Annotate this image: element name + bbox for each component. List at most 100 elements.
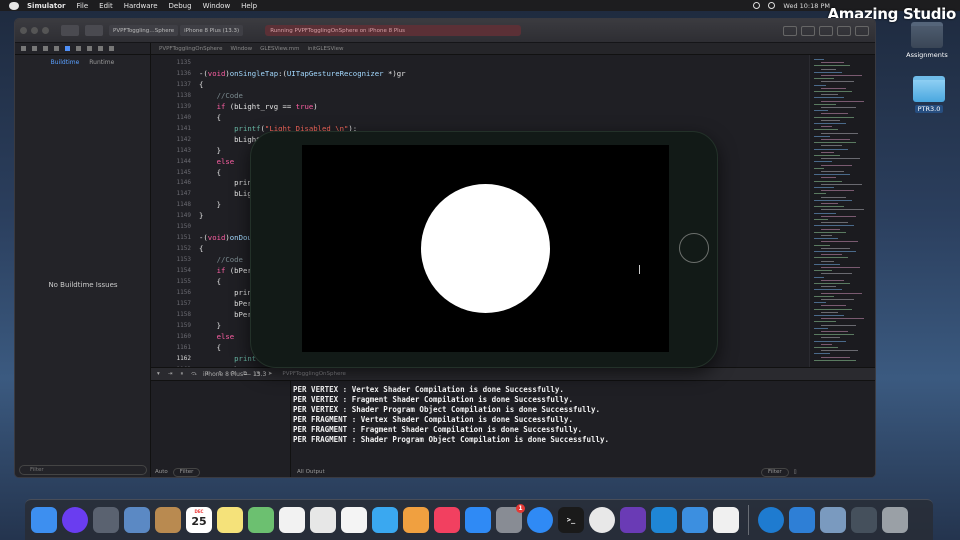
menu-hardware[interactable]: Hardware (124, 2, 158, 10)
toggle-inspector-button[interactable] (855, 25, 869, 36)
line-number[interactable]: 1138 (151, 90, 191, 101)
contacts-icon[interactable] (155, 507, 181, 533)
simulator-thumbnail-icon[interactable] (851, 507, 877, 533)
line-number[interactable]: 1144 (151, 156, 191, 167)
breakpoint-navigator-icon[interactable] (98, 46, 103, 51)
line-number[interactable]: 1137 (151, 79, 191, 90)
line-number[interactable]: 1146 (151, 177, 191, 188)
line-number[interactable]: 1161 (151, 342, 191, 353)
window-thumbnail-icon[interactable] (820, 507, 846, 533)
window-close-button[interactable] (20, 27, 27, 34)
messages-icon[interactable] (372, 507, 398, 533)
symbol-navigator-icon[interactable] (43, 46, 48, 51)
line-number[interactable]: 1148 (151, 199, 191, 210)
line-number[interactable]: 1155 (151, 276, 191, 287)
menu-help[interactable]: Help (241, 2, 257, 10)
code-minimap[interactable] (809, 55, 875, 367)
keynote-icon[interactable] (310, 507, 336, 533)
preview-icon[interactable] (124, 507, 150, 533)
line-number[interactable]: 1135 (151, 57, 191, 68)
wifi-icon[interactable] (768, 2, 776, 9)
line-number[interactable]: 1149 (151, 210, 191, 221)
jumpbar-project[interactable]: PVPFTogglingOnSphere (159, 46, 222, 52)
device-selector[interactable]: iPhone 8 Plus (13.3) (180, 25, 244, 36)
menu-file[interactable]: File (76, 2, 88, 10)
reminders-icon[interactable] (279, 507, 305, 533)
instruments-icon[interactable] (713, 507, 739, 533)
jumpbar-group[interactable]: Window (230, 46, 252, 52)
pages-icon[interactable] (403, 507, 429, 533)
debug-navigator-icon[interactable] (87, 46, 92, 51)
photos-icon[interactable] (341, 507, 367, 533)
line-number[interactable]: 1156 (151, 287, 191, 298)
code-line[interactable]: 1135 (151, 57, 809, 68)
edge-icon[interactable] (758, 507, 784, 533)
line-number[interactable]: 1145 (151, 167, 191, 178)
line-number[interactable]: 1159 (151, 320, 191, 331)
launchpad-icon[interactable] (93, 507, 119, 533)
line-number[interactable]: 1158 (151, 309, 191, 320)
find-navigator-icon[interactable] (54, 46, 59, 51)
stop-button[interactable] (85, 25, 103, 36)
settings-icon[interactable]: 1 (496, 504, 525, 533)
siri-icon[interactable] (62, 507, 88, 533)
desktop-folder-assignments[interactable]: Assignments (902, 22, 952, 59)
maps-icon[interactable] (248, 507, 274, 533)
variables-filter-input[interactable]: Filter (172, 467, 201, 477)
source-control-icon[interactable] (32, 46, 37, 51)
code-line[interactable]: 1137 { (151, 79, 809, 90)
menu-debug[interactable]: Debug (169, 2, 192, 10)
calendar-icon[interactable]: DEC 25 (186, 507, 212, 533)
line-number[interactable]: 1141 (151, 123, 191, 134)
apple-icon[interactable] (9, 1, 19, 10)
appstore-icon[interactable] (465, 507, 491, 533)
safari-icon[interactable] (527, 507, 553, 533)
home-button[interactable] (679, 233, 709, 263)
window-minimize-button[interactable] (31, 27, 38, 34)
line-number[interactable]: 1140 (151, 112, 191, 123)
code-review-button[interactable] (801, 25, 815, 36)
line-number[interactable]: 1160 (151, 331, 191, 342)
console-output[interactable]: PER VERTEX : Vertex Shader Compilation i… (291, 381, 875, 477)
line-number[interactable]: 1136 (151, 68, 191, 79)
project-navigator-icon[interactable] (21, 46, 26, 51)
line-number[interactable]: 1142 (151, 134, 191, 145)
library-button[interactable] (783, 25, 797, 36)
tab-runtime[interactable]: Runtime (89, 59, 114, 66)
line-number[interactable]: 1157 (151, 298, 191, 309)
tab-buildtime[interactable]: Buildtime (51, 59, 80, 66)
menu-clock[interactable]: Wed 10:18 PM (783, 2, 830, 10)
code-line[interactable]: 1138 //Code (151, 90, 809, 101)
scheme-selector[interactable]: PVPFToggling…Sphere (109, 25, 179, 36)
menu-window[interactable]: Window (203, 2, 231, 10)
step-over-icon[interactable]: ⤼ (191, 371, 197, 378)
issue-navigator-icon[interactable] (65, 46, 70, 51)
pause-icon[interactable]: ⏸ (180, 371, 183, 378)
simulator-screen[interactable] (302, 145, 669, 352)
test-navigator-icon[interactable] (76, 46, 81, 51)
menu-edit[interactable]: Edit (99, 2, 113, 10)
chrome-icon[interactable] (589, 507, 615, 533)
hide-debug-area-icon[interactable]: ▾ (157, 371, 160, 377)
desktop-folder-ptr[interactable]: PTR3.0 (904, 76, 954, 113)
report-navigator-icon[interactable] (109, 46, 114, 51)
downloads-icon[interactable] (789, 507, 815, 533)
line-number[interactable]: 1150 (151, 221, 191, 232)
finder-icon[interactable] (31, 507, 57, 533)
terminal-icon[interactable]: >_ (558, 507, 584, 533)
jumpbar-file[interactable]: GLESView.mm (260, 46, 299, 52)
line-number[interactable]: 1152 (151, 243, 191, 254)
code-line[interactable]: 1139 if (bLight_rvg == true) (151, 101, 809, 112)
toggle-navigator-button[interactable] (819, 25, 833, 36)
run-button[interactable] (61, 25, 79, 36)
variables-scope-selector[interactable]: Auto (155, 469, 168, 475)
trash-console-icon[interactable]: ▯ (794, 469, 797, 475)
xcode-icon[interactable] (682, 507, 708, 533)
line-number[interactable]: 1151 (151, 232, 191, 243)
trash-icon[interactable] (882, 507, 908, 533)
location-icon[interactable]: ➤ (268, 371, 273, 377)
music-icon[interactable] (434, 507, 460, 533)
console-scope-selector[interactable]: All Output (297, 469, 325, 475)
menu-simulator[interactable]: Simulator (27, 2, 65, 10)
navigator-filter-input[interactable]: Filter (19, 465, 147, 475)
